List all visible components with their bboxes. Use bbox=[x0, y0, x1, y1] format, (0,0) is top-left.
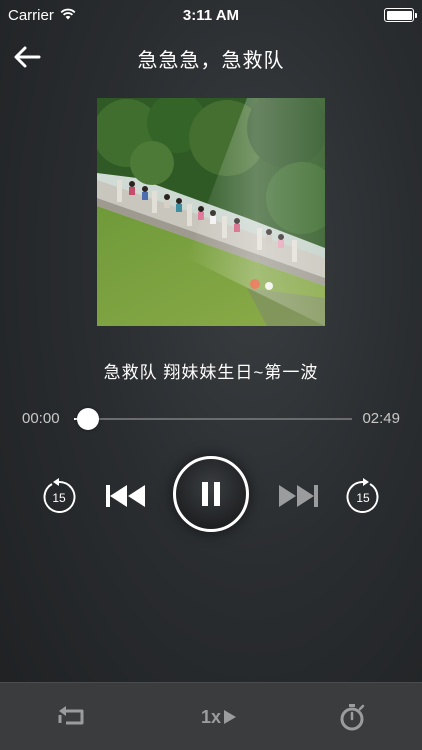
track-title: 急救队 翔妹妹生日~第一波 bbox=[103, 363, 319, 382]
sleep-timer-button[interactable] bbox=[336, 703, 368, 731]
playback-speed-button[interactable]: 1x bbox=[196, 703, 242, 731]
nav-bar: 急急急，急救队 bbox=[0, 36, 422, 76]
playback-speed-label: 1x bbox=[200, 706, 222, 727]
forward-15-label: 15 bbox=[356, 491, 370, 505]
status-bar: Carrier 3:11 AM bbox=[0, 0, 422, 30]
stopwatch-icon bbox=[340, 704, 365, 731]
next-track-icon bbox=[279, 485, 318, 507]
repeat-button[interactable] bbox=[54, 703, 88, 731]
progress-track[interactable] bbox=[74, 418, 352, 420]
progress-thumb[interactable] bbox=[76, 408, 99, 430]
carrier-label: Carrier bbox=[8, 6, 54, 24]
bottom-toolbar: 1x bbox=[0, 682, 422, 750]
forward-15-icon: 15 bbox=[346, 478, 379, 513]
page-title: 急急急，急救队 bbox=[137, 50, 285, 72]
back-button[interactable] bbox=[10, 40, 44, 74]
status-left: Carrier bbox=[8, 7, 76, 24]
rewind-15-button[interactable]: 15 bbox=[40, 478, 78, 516]
back-arrow-icon bbox=[14, 46, 41, 68]
previous-track-icon bbox=[106, 485, 145, 507]
battery-icon bbox=[384, 8, 417, 22]
previous-track-button[interactable] bbox=[104, 482, 148, 510]
pause-icon bbox=[202, 482, 220, 506]
battery-level bbox=[386, 10, 412, 20]
pause-button[interactable] bbox=[173, 456, 249, 532]
progress-bar: 00:00 02:49 bbox=[0, 405, 422, 435]
total-time: 02:49 bbox=[362, 410, 400, 427]
rewind-15-icon: 15 bbox=[43, 478, 76, 513]
album-art bbox=[97, 98, 325, 326]
playback-controls: 15 15 bbox=[0, 452, 422, 542]
repeat-icon bbox=[58, 706, 84, 725]
wifi-icon bbox=[60, 7, 76, 24]
rewind-15-label: 15 bbox=[52, 491, 66, 505]
next-track-button[interactable] bbox=[276, 482, 320, 510]
play-speed-icon bbox=[224, 710, 237, 724]
elapsed-time: 00:00 bbox=[22, 410, 60, 427]
forward-15-button[interactable]: 15 bbox=[344, 478, 382, 516]
